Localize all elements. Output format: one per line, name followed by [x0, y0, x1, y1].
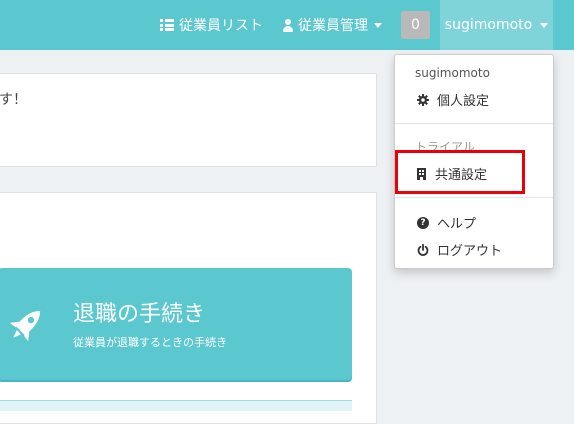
user-icon	[282, 18, 294, 32]
menu-item-help-label: ヘルプ	[437, 217, 477, 232]
rocket-icon	[9, 310, 41, 342]
nav-employee-manage[interactable]: 従業員管理	[282, 0, 382, 50]
chevron-down-icon	[540, 22, 549, 28]
menu-item-logout[interactable]: ログアウト	[417, 240, 502, 259]
gear-icon	[417, 93, 429, 106]
menu-item-personal-settings-label: 個人設定	[437, 94, 490, 109]
dropdown-divider	[395, 197, 553, 198]
nav-employee-manage-label: 従業員管理	[298, 18, 368, 34]
welcome-message: す！	[0, 92, 27, 108]
power-icon	[417, 243, 429, 256]
list-icon	[160, 19, 174, 31]
nav-employee-list-label: 従業員リスト	[179, 18, 263, 34]
user-menu-toggle[interactable]: sugimomoto	[440, 0, 553, 50]
card-title: 退職の手続き	[73, 302, 206, 327]
nav-employee-list[interactable]: 従業員リスト	[160, 0, 263, 50]
help-icon: ?	[417, 216, 429, 229]
user-menu-label: sugimomoto	[444, 17, 533, 33]
notification-badge[interactable]: 0	[401, 11, 430, 39]
dropdown-divider	[395, 123, 553, 124]
menu-item-help[interactable]: ? ヘルプ	[417, 213, 476, 232]
highlight-annotation	[395, 150, 525, 194]
dropdown-header-user: sugimomoto	[415, 66, 490, 80]
menu-item-personal-settings[interactable]: 個人設定	[417, 90, 489, 109]
top-navbar: 従業員リスト 従業員管理 0 sugimomoto	[0, 0, 574, 50]
menu-item-logout-label: ログアウト	[437, 244, 503, 259]
chevron-down-icon	[374, 22, 382, 28]
retirement-procedure-card[interactable]: 退職の手続き 従業員が退職するときの手続き	[0, 268, 352, 380]
card-subtitle: 従業員が退職するときの手続き	[73, 336, 227, 349]
message-panel: す！	[0, 73, 377, 167]
